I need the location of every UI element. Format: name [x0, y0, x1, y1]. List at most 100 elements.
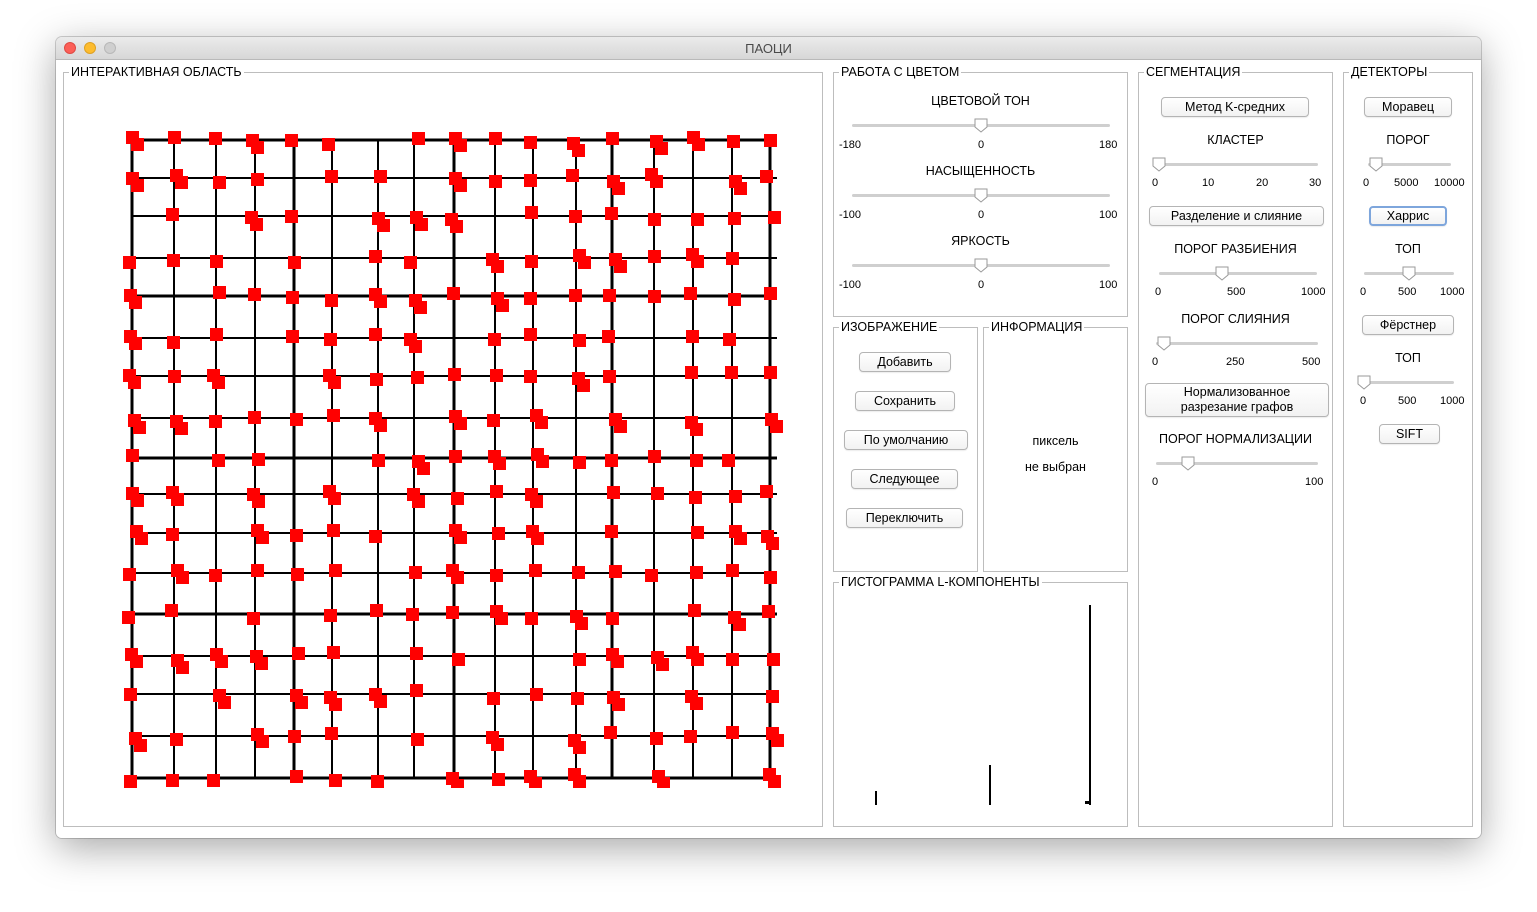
- norm-threshold-slider-thumb[interactable]: [1181, 456, 1195, 471]
- corner-marker: [371, 775, 384, 788]
- merge-threshold-slider[interactable]: [1156, 336, 1318, 351]
- default-button[interactable]: По умолчанию: [844, 430, 968, 450]
- corner-marker: [449, 450, 462, 463]
- corner-marker: [325, 170, 338, 183]
- corner-marker: [168, 131, 181, 144]
- corner-marker: [251, 564, 264, 577]
- corner-marker: [252, 453, 265, 466]
- brightness-slider-thumb[interactable]: [974, 258, 988, 273]
- add-button[interactable]: Добавить: [859, 352, 951, 372]
- top1-tick-0: 0: [1360, 286, 1367, 298]
- corner-marker: [252, 495, 265, 508]
- forstner-button[interactable]: Фёрстнер: [1362, 315, 1454, 335]
- corner-marker: [686, 330, 699, 343]
- norm-threshold-slider[interactable]: [1156, 456, 1318, 471]
- cluster-slider[interactable]: [1152, 157, 1318, 172]
- corner-marker: [123, 256, 136, 269]
- brightness-slider[interactable]: [852, 258, 1110, 273]
- next-button[interactable]: Следующее: [851, 469, 958, 489]
- interactive-canvas[interactable]: [112, 118, 792, 788]
- saturation-slider-thumb[interactable]: [974, 188, 988, 203]
- corner-marker: [451, 492, 464, 505]
- detector-threshold-slider-thumb[interactable]: [1369, 157, 1383, 172]
- corner-marker: [487, 414, 500, 427]
- top2-slider-thumb[interactable]: [1357, 375, 1371, 390]
- merge-threshold-tick-0: 0: [1152, 356, 1159, 368]
- corner-marker: [690, 423, 703, 436]
- corner-marker: [726, 726, 739, 739]
- corner-marker: [131, 138, 144, 151]
- hue-min-tick: -180: [839, 139, 862, 151]
- harris-button[interactable]: Харрис: [1369, 206, 1447, 226]
- merge-threshold-slider-thumb[interactable]: [1157, 336, 1171, 351]
- saturation-slider[interactable]: [852, 188, 1110, 203]
- corner-marker: [128, 376, 141, 389]
- top1-slider-thumb[interactable]: [1402, 266, 1416, 281]
- color-panel-label: РАБОТА С ЦВЕТОМ: [839, 65, 962, 79]
- split-threshold-label: ПОРОГ РАЗБИЕНИЯ: [1174, 242, 1297, 256]
- corner-marker: [530, 688, 543, 701]
- corner-marker: [764, 287, 777, 300]
- corner-marker: [726, 564, 739, 577]
- split-threshold-slider-thumb[interactable]: [1215, 266, 1229, 281]
- moravec-button[interactable]: Моравец: [1364, 97, 1452, 117]
- cluster-tick-10: 10: [1202, 177, 1215, 189]
- corner-marker: [655, 142, 668, 155]
- image-panel-label: ИЗОБРАЖЕНИЕ: [839, 320, 940, 334]
- corner-marker: [577, 379, 590, 392]
- corner-marker: [176, 571, 189, 584]
- corner-marker: [212, 454, 225, 467]
- corner-marker: [412, 132, 425, 145]
- corner-marker: [493, 457, 506, 470]
- sift-button[interactable]: SIFT: [1379, 424, 1440, 444]
- top1-label: ТОП: [1395, 242, 1421, 256]
- top2-tick-1000: 1000: [1440, 395, 1465, 407]
- corner-marker: [124, 688, 137, 701]
- hue-slider[interactable]: [852, 118, 1110, 133]
- corner-marker: [325, 294, 338, 307]
- corner-marker: [768, 211, 781, 224]
- corner-marker: [374, 695, 387, 708]
- corner-marker: [492, 527, 505, 540]
- corner-marker: [409, 340, 422, 353]
- cluster-slider-thumb[interactable]: [1152, 157, 1166, 172]
- merge-threshold-tick-500: 500: [1302, 356, 1321, 368]
- corner-marker: [370, 604, 383, 617]
- split-merge-button[interactable]: Разделение и слияние: [1149, 206, 1324, 226]
- normalized-cut-button[interactable]: Нормализованное разрезание графов: [1145, 383, 1329, 417]
- saturation-mid-tick: 0: [978, 209, 985, 221]
- interactive-area-panel: ИНТЕРАКТИВНАЯ ОБЛАСТЬ: [63, 65, 823, 827]
- corner-marker: [603, 370, 616, 383]
- corner-marker: [611, 655, 624, 668]
- corner-marker: [602, 330, 615, 343]
- corner-marker: [411, 371, 424, 384]
- brightness-label: ЯРКОСТЬ: [951, 234, 1010, 248]
- corner-marker: [496, 299, 509, 312]
- switch-button[interactable]: Переключить: [846, 508, 963, 528]
- corner-marker: [122, 611, 135, 624]
- corner-marker: [723, 333, 736, 346]
- detector-threshold-slider[interactable]: [1368, 157, 1451, 172]
- corner-marker: [322, 138, 335, 151]
- corner-marker: [250, 218, 263, 231]
- top1-slider[interactable]: [1364, 266, 1454, 281]
- corner-marker: [614, 420, 627, 433]
- corner-marker: [734, 182, 747, 195]
- corner-marker: [651, 487, 664, 500]
- hue-slider-thumb[interactable]: [974, 118, 988, 133]
- corner-marker: [450, 220, 463, 233]
- split-threshold-slider[interactable]: [1159, 266, 1317, 281]
- corner-marker: [605, 525, 618, 538]
- corner-marker: [691, 213, 704, 226]
- kmeans-button[interactable]: Метод K-средних: [1161, 97, 1309, 117]
- save-button[interactable]: Сохранить: [855, 391, 955, 411]
- segmentation-panel-label: СЕГМЕНТАЦИЯ: [1144, 65, 1243, 79]
- detector-threshold-tick-10000: 10000: [1434, 177, 1465, 189]
- corner-marker: [369, 530, 382, 543]
- corner-marker: [123, 568, 136, 581]
- saturation-min-tick: -100: [839, 209, 862, 221]
- norm-threshold-label: ПОРОГ НОРМАЛИЗАЦИИ: [1159, 432, 1312, 446]
- corner-marker: [124, 775, 137, 788]
- top2-slider[interactable]: [1357, 375, 1454, 390]
- top2-label: ТОП: [1395, 351, 1421, 365]
